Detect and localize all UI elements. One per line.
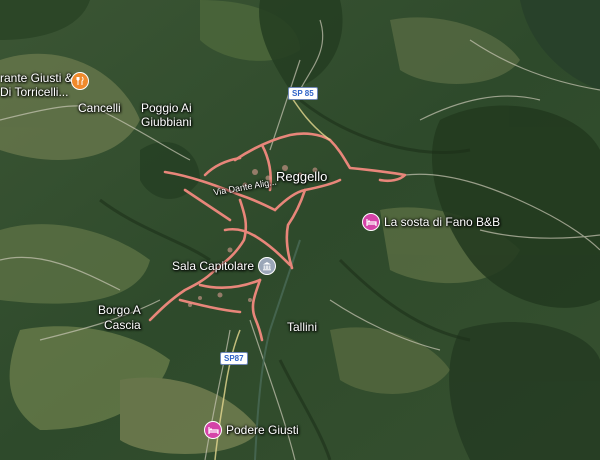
landmark-pin[interactable] [258,257,277,275]
poi-la-sosta[interactable]: La sosta di Fano B&B [362,213,500,231]
poi-sala-capitolare[interactable]: Sala Capitolare [172,257,277,275]
fork-knife-icon [76,76,84,85]
road-shield-sp85: SP 85 [288,87,318,100]
place-label-borgo-line1[interactable]: Borgo A [98,303,141,317]
satellite-imagery [0,0,600,460]
place-label-borgo-line2[interactable]: Cascia [104,318,141,332]
poi-label-la-sosta[interactable]: La sosta di Fano B&B [384,215,500,229]
hotel-pin-podere[interactable] [204,421,222,439]
place-label-poggio-line1[interactable]: Poggio Ai [141,101,192,115]
poi-label-restaurant-line2[interactable]: Di Torricelli... [0,85,68,99]
place-label-reggello[interactable]: Reggello [276,170,327,184]
poi-label-podere-giusti[interactable]: Podere Giusti [226,423,299,437]
poi-podere-giusti[interactable]: Podere Giusti [204,421,299,439]
restaurant-pin[interactable] [71,72,89,90]
hotel-pin[interactable] [362,213,380,231]
building-columns-icon [263,262,272,271]
place-label-cancelli[interactable]: Cancelli [78,101,121,115]
road-shield-sp87: SP87 [220,352,248,365]
bed-icon [365,218,377,226]
bed-icon [207,426,219,434]
satellite-map[interactable]: SP 85 SP87 Reggello Cancelli Poggio Ai G… [0,0,600,460]
place-label-poggio-line2[interactable]: Giubbiani [141,115,192,129]
poi-label-restaurant-line1[interactable]: rante Giusti & [0,71,73,85]
place-label-tallini[interactable]: Tallini [287,320,317,334]
poi-label-sala-capitolare[interactable]: Sala Capitolare [172,259,254,273]
